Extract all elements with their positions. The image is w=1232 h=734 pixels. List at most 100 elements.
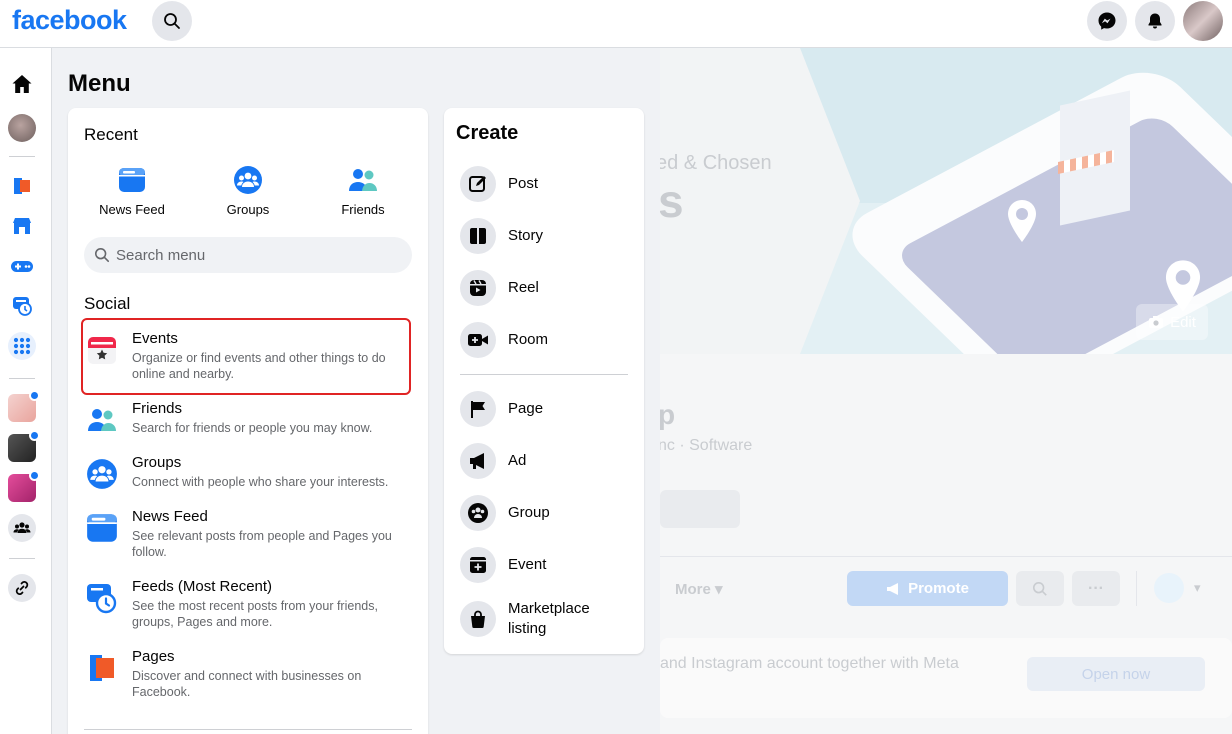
recent-icon-wrap	[232, 164, 264, 196]
reel-icon	[470, 280, 486, 296]
create-marketplace-listing-item[interactable]: Marketplace listing	[460, 599, 640, 639]
cover-photo: ed & Chosen s Edit	[660, 48, 1232, 354]
background-more-button[interactable]: ···	[1072, 571, 1120, 606]
more-tab[interactable]: More ▾	[675, 580, 723, 598]
gamepad-icon	[11, 261, 33, 272]
background-page: ed & Chosen s Edit p nc · Software More …	[660, 48, 1232, 734]
rail-gaming[interactable]	[8, 252, 36, 280]
page-flag-icon	[471, 401, 485, 418]
recent-icon-wrap	[347, 164, 379, 196]
recent-label: News Feed	[99, 202, 165, 217]
social-item-news-feed[interactable]: News Feed See relevant posts from people…	[84, 508, 412, 560]
open-now-button[interactable]: Open now	[1027, 657, 1205, 691]
camera-icon	[1149, 316, 1164, 328]
recent-item-friends[interactable]: Friends	[315, 164, 411, 217]
rail-marketplace[interactable]	[8, 212, 36, 240]
social-item-feeds-most-recent[interactable]: Feeds (Most Recent) See the most recent …	[84, 578, 412, 630]
social-item-groups[interactable]: Groups Connect with people who share you…	[84, 454, 412, 490]
event-plus-icon	[470, 557, 486, 573]
recent-label: Friends	[341, 202, 385, 217]
rail-pages[interactable]	[8, 172, 36, 200]
create-room-item[interactable]: Room	[460, 322, 640, 358]
pages-flag-icon	[90, 655, 114, 681]
messenger-button[interactable]	[1087, 1, 1127, 41]
create-icon-wrap	[460, 495, 496, 531]
notification-dot	[29, 430, 40, 441]
news-feed-icon	[119, 168, 145, 192]
create-event-item[interactable]: Event	[460, 547, 640, 583]
search-menu-field[interactable]	[84, 237, 412, 273]
create-icon-wrap	[460, 322, 496, 358]
rail-home[interactable]	[8, 70, 36, 98]
facebook-logo[interactable]: facebook	[12, 5, 127, 36]
ellipsis-icon: ···	[1088, 579, 1104, 597]
page-switcher-avatar[interactable]	[1154, 573, 1184, 603]
rail-shortcut-2[interactable]	[8, 430, 40, 462]
rail-divider	[9, 558, 35, 559]
groups-icon	[234, 166, 262, 194]
create-page-item[interactable]: Page	[460, 391, 640, 427]
create-story-item[interactable]: Story	[460, 218, 640, 254]
background-search-button[interactable]	[1016, 571, 1064, 606]
rail-shortcut-1[interactable]	[8, 390, 40, 422]
rail-groups[interactable]	[8, 514, 36, 542]
map-pin-icon	[1008, 200, 1036, 242]
banner-text: and Instagram account together with Meta	[660, 655, 959, 672]
create-icon-wrap	[460, 547, 496, 583]
recent-item-groups[interactable]: Groups	[200, 164, 296, 217]
notification-dot	[29, 390, 40, 401]
divider	[1136, 571, 1137, 606]
promote-button[interactable]: Promote	[847, 571, 1008, 606]
create-icon-wrap	[460, 166, 496, 202]
group-icon	[468, 503, 488, 523]
promote-label: Promote	[908, 580, 969, 597]
notifications-button[interactable]	[1135, 1, 1175, 41]
rail-link[interactable]	[8, 574, 36, 602]
edit-cover-button[interactable]: Edit	[1136, 304, 1208, 340]
create-label: Group	[508, 504, 550, 521]
create-group-item[interactable]: Group	[460, 495, 640, 531]
home-icon	[12, 75, 32, 93]
social-item-desc: See relevant posts from people and Pages…	[132, 529, 392, 559]
social-item-pages[interactable]: Pages Discover and connect with business…	[84, 648, 412, 700]
chevron-down-icon[interactable]: ▾	[1194, 580, 1201, 596]
rail-feeds-recent[interactable]	[8, 292, 36, 320]
notification-dot	[29, 470, 40, 481]
rail-profile-avatar[interactable]	[8, 114, 36, 142]
rail-all-shortcuts[interactable]	[8, 332, 36, 360]
create-label: Marketplace listing	[508, 600, 590, 637]
search-button[interactable]	[152, 1, 192, 41]
create-icon-wrap	[460, 270, 496, 306]
menu-left-card: Recent News Feed Groups Friends Social	[68, 108, 428, 734]
social-item-desc: Connect with people who share your inter…	[132, 475, 389, 489]
cover-text-line1: ed & Chosen	[660, 152, 772, 174]
menu-panel: Menu Recent News Feed Groups Friends Soc…	[52, 48, 660, 734]
recent-item-news-feed[interactable]: News Feed	[84, 164, 180, 217]
search-menu-input[interactable]	[116, 246, 396, 264]
social-item-name: News Feed	[132, 508, 208, 525]
rail-shortcut-3[interactable]	[8, 470, 40, 502]
create-post-item[interactable]: Post	[460, 166, 640, 202]
post-icon	[469, 176, 486, 192]
create-label: Ad	[508, 452, 527, 469]
search-icon	[94, 247, 110, 263]
divider	[660, 556, 1232, 557]
create-reel-item[interactable]: Reel	[460, 270, 640, 306]
room-icon	[468, 334, 488, 346]
create-label: Event	[508, 556, 547, 573]
create-icon-wrap	[460, 391, 496, 427]
create-section-title: Create	[456, 122, 519, 144]
social-item-friends[interactable]: Friends Search for friends or people you…	[84, 400, 412, 436]
recent-label: Groups	[226, 202, 270, 217]
social-section-title: Social	[84, 294, 131, 313]
events-highlight-box	[81, 318, 411, 395]
create-label: Story	[508, 227, 544, 244]
create-icon-wrap	[460, 601, 496, 637]
pages-flag-icon	[14, 178, 30, 194]
divider	[460, 374, 628, 375]
grid-menu-icon	[13, 337, 31, 355]
story-icon	[470, 228, 486, 244]
profile-avatar[interactable]	[1183, 1, 1223, 41]
create-ad-item[interactable]: Ad	[460, 443, 640, 479]
news-feed-icon	[87, 514, 117, 542]
